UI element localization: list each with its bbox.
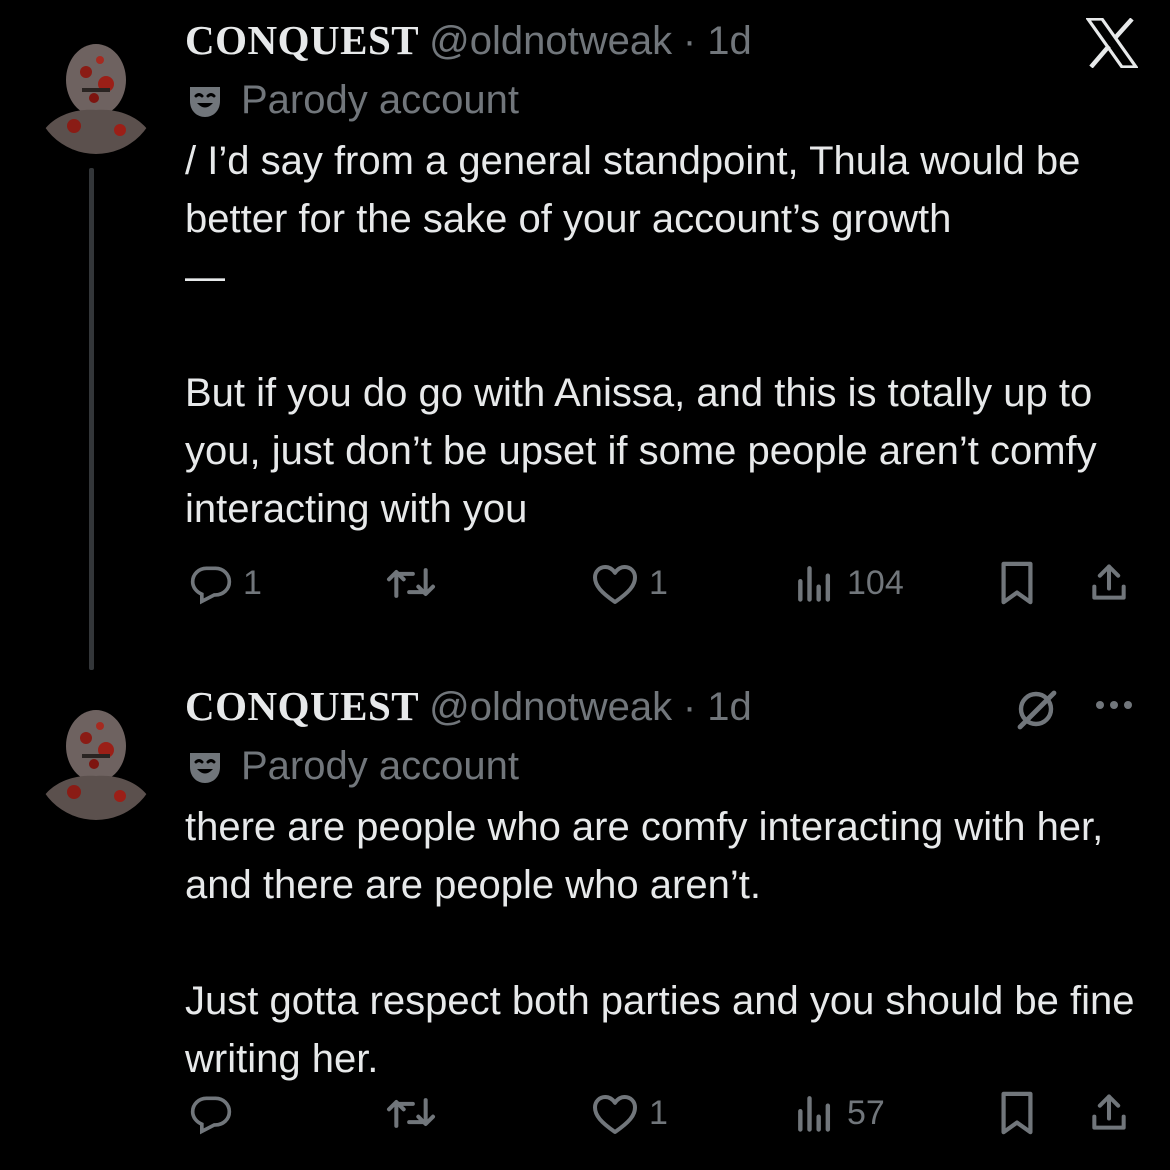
views-button[interactable]: 57 xyxy=(793,1088,885,1138)
bookmark-icon xyxy=(1001,1091,1033,1135)
timestamp[interactable]: · 1d xyxy=(683,685,752,729)
reply-button[interactable] xyxy=(189,1088,243,1138)
parody-label-text: Parody account xyxy=(241,78,519,122)
grok-icon[interactable] xyxy=(1012,685,1060,738)
reply-button[interactable]: 1 xyxy=(189,558,262,608)
heart-icon xyxy=(593,1095,637,1134)
like-count: 1 xyxy=(649,563,668,602)
tweet-2[interactable]: CONQUEST @oldnotweak · 1d Parody account… xyxy=(0,670,1170,1170)
handle[interactable]: @oldnotweak xyxy=(429,19,672,63)
retweet-icon xyxy=(386,1098,436,1128)
handle[interactable]: @oldnotweak xyxy=(429,685,672,729)
action-bar: 1 1 104 xyxy=(185,558,1145,608)
tweet-text: there are people who are comfy interacti… xyxy=(185,805,1135,1081)
heart-icon xyxy=(593,565,637,604)
views-icon xyxy=(798,1096,831,1132)
bookmark-button[interactable] xyxy=(997,1088,1037,1138)
parody-label: Parody account xyxy=(185,78,519,123)
tweet-1[interactable]: CONQUEST @oldnotweak · 1d Parody account… xyxy=(0,0,1170,670)
views-button[interactable]: 104 xyxy=(793,558,904,608)
bookmark-icon xyxy=(1001,561,1033,605)
parody-label-text: Parody account xyxy=(241,744,519,788)
retweet-button[interactable] xyxy=(385,1088,447,1138)
action-bar: 1 57 xyxy=(185,1088,1145,1138)
like-count: 1 xyxy=(649,1093,668,1132)
more-icon[interactable] xyxy=(1090,690,1138,725)
views-icon xyxy=(798,566,831,602)
reply-icon xyxy=(190,566,232,605)
share-icon xyxy=(1092,1094,1126,1130)
theater-mask-icon xyxy=(190,752,220,783)
display-name[interactable]: CONQUEST @oldnotweak · 1d xyxy=(185,16,752,64)
like-button[interactable]: 1 xyxy=(591,558,668,608)
avatar[interactable] xyxy=(34,696,158,820)
display-name-text[interactable]: CONQUEST xyxy=(185,17,418,63)
share-icon xyxy=(1092,564,1126,600)
share-button[interactable] xyxy=(1087,1088,1131,1138)
share-button[interactable] xyxy=(1087,558,1131,608)
reply-icon xyxy=(190,1096,232,1135)
reply-count: 1 xyxy=(243,563,262,602)
display-name-text[interactable]: CONQUEST xyxy=(185,683,418,729)
timestamp[interactable]: · 1d xyxy=(683,19,752,63)
retweet-icon xyxy=(386,568,436,598)
tweet-text: / I’d say from a general standpoint, Thu… xyxy=(185,139,1097,531)
parody-label: Parody account xyxy=(185,744,519,789)
avatar[interactable] xyxy=(34,30,158,154)
views-count: 57 xyxy=(847,1093,885,1132)
retweet-button[interactable] xyxy=(385,558,447,608)
theater-mask-icon xyxy=(190,86,220,117)
display-name[interactable]: CONQUEST @oldnotweak · 1d xyxy=(185,682,752,730)
bookmark-button[interactable] xyxy=(997,558,1037,608)
views-count: 104 xyxy=(847,563,904,602)
like-button[interactable]: 1 xyxy=(591,1088,668,1138)
